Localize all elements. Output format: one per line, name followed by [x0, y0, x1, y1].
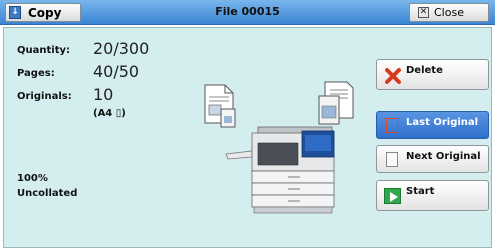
- copier-machine-image: [225, 126, 335, 214]
- originals-label: Originals:: [17, 91, 72, 102]
- title-bar: ↓ Copy File 00015 ✕ Close: [0, 0, 495, 25]
- next-original-label: Next Original: [406, 151, 481, 162]
- start-label: Start: [406, 186, 435, 197]
- delete-button[interactable]: Delete: [376, 59, 489, 90]
- pages-value: 40/50: [93, 62, 140, 81]
- zoom-ratio: 100%: [17, 173, 48, 184]
- last-original-button[interactable]: Last Original: [376, 111, 489, 139]
- start-icon: [384, 188, 401, 204]
- delete-icon: [385, 68, 401, 84]
- next-original-icon: [386, 152, 398, 167]
- originals-value: 10: [93, 85, 114, 104]
- quantity-label: Quantity:: [17, 45, 70, 56]
- close-icon: ✕: [418, 7, 429, 18]
- next-original-button[interactable]: Next Original: [376, 145, 489, 173]
- job-status-panel: Quantity: 20/300 Pages: 40/50 Originals:…: [3, 27, 492, 248]
- close-label: Close: [434, 6, 464, 19]
- close-button[interactable]: ✕ Close: [409, 3, 489, 22]
- quantity-value: 20/300: [93, 39, 150, 58]
- document-out-icon: [318, 81, 354, 125]
- last-original-icon: [386, 118, 398, 133]
- pages-label: Pages:: [17, 68, 55, 79]
- delete-label: Delete: [406, 65, 443, 76]
- start-button[interactable]: Start: [376, 180, 489, 211]
- last-original-label: Last Original: [406, 117, 479, 128]
- paper-size: (A4 ▯): [93, 108, 126, 119]
- collation-mode: Uncollated: [17, 188, 78, 199]
